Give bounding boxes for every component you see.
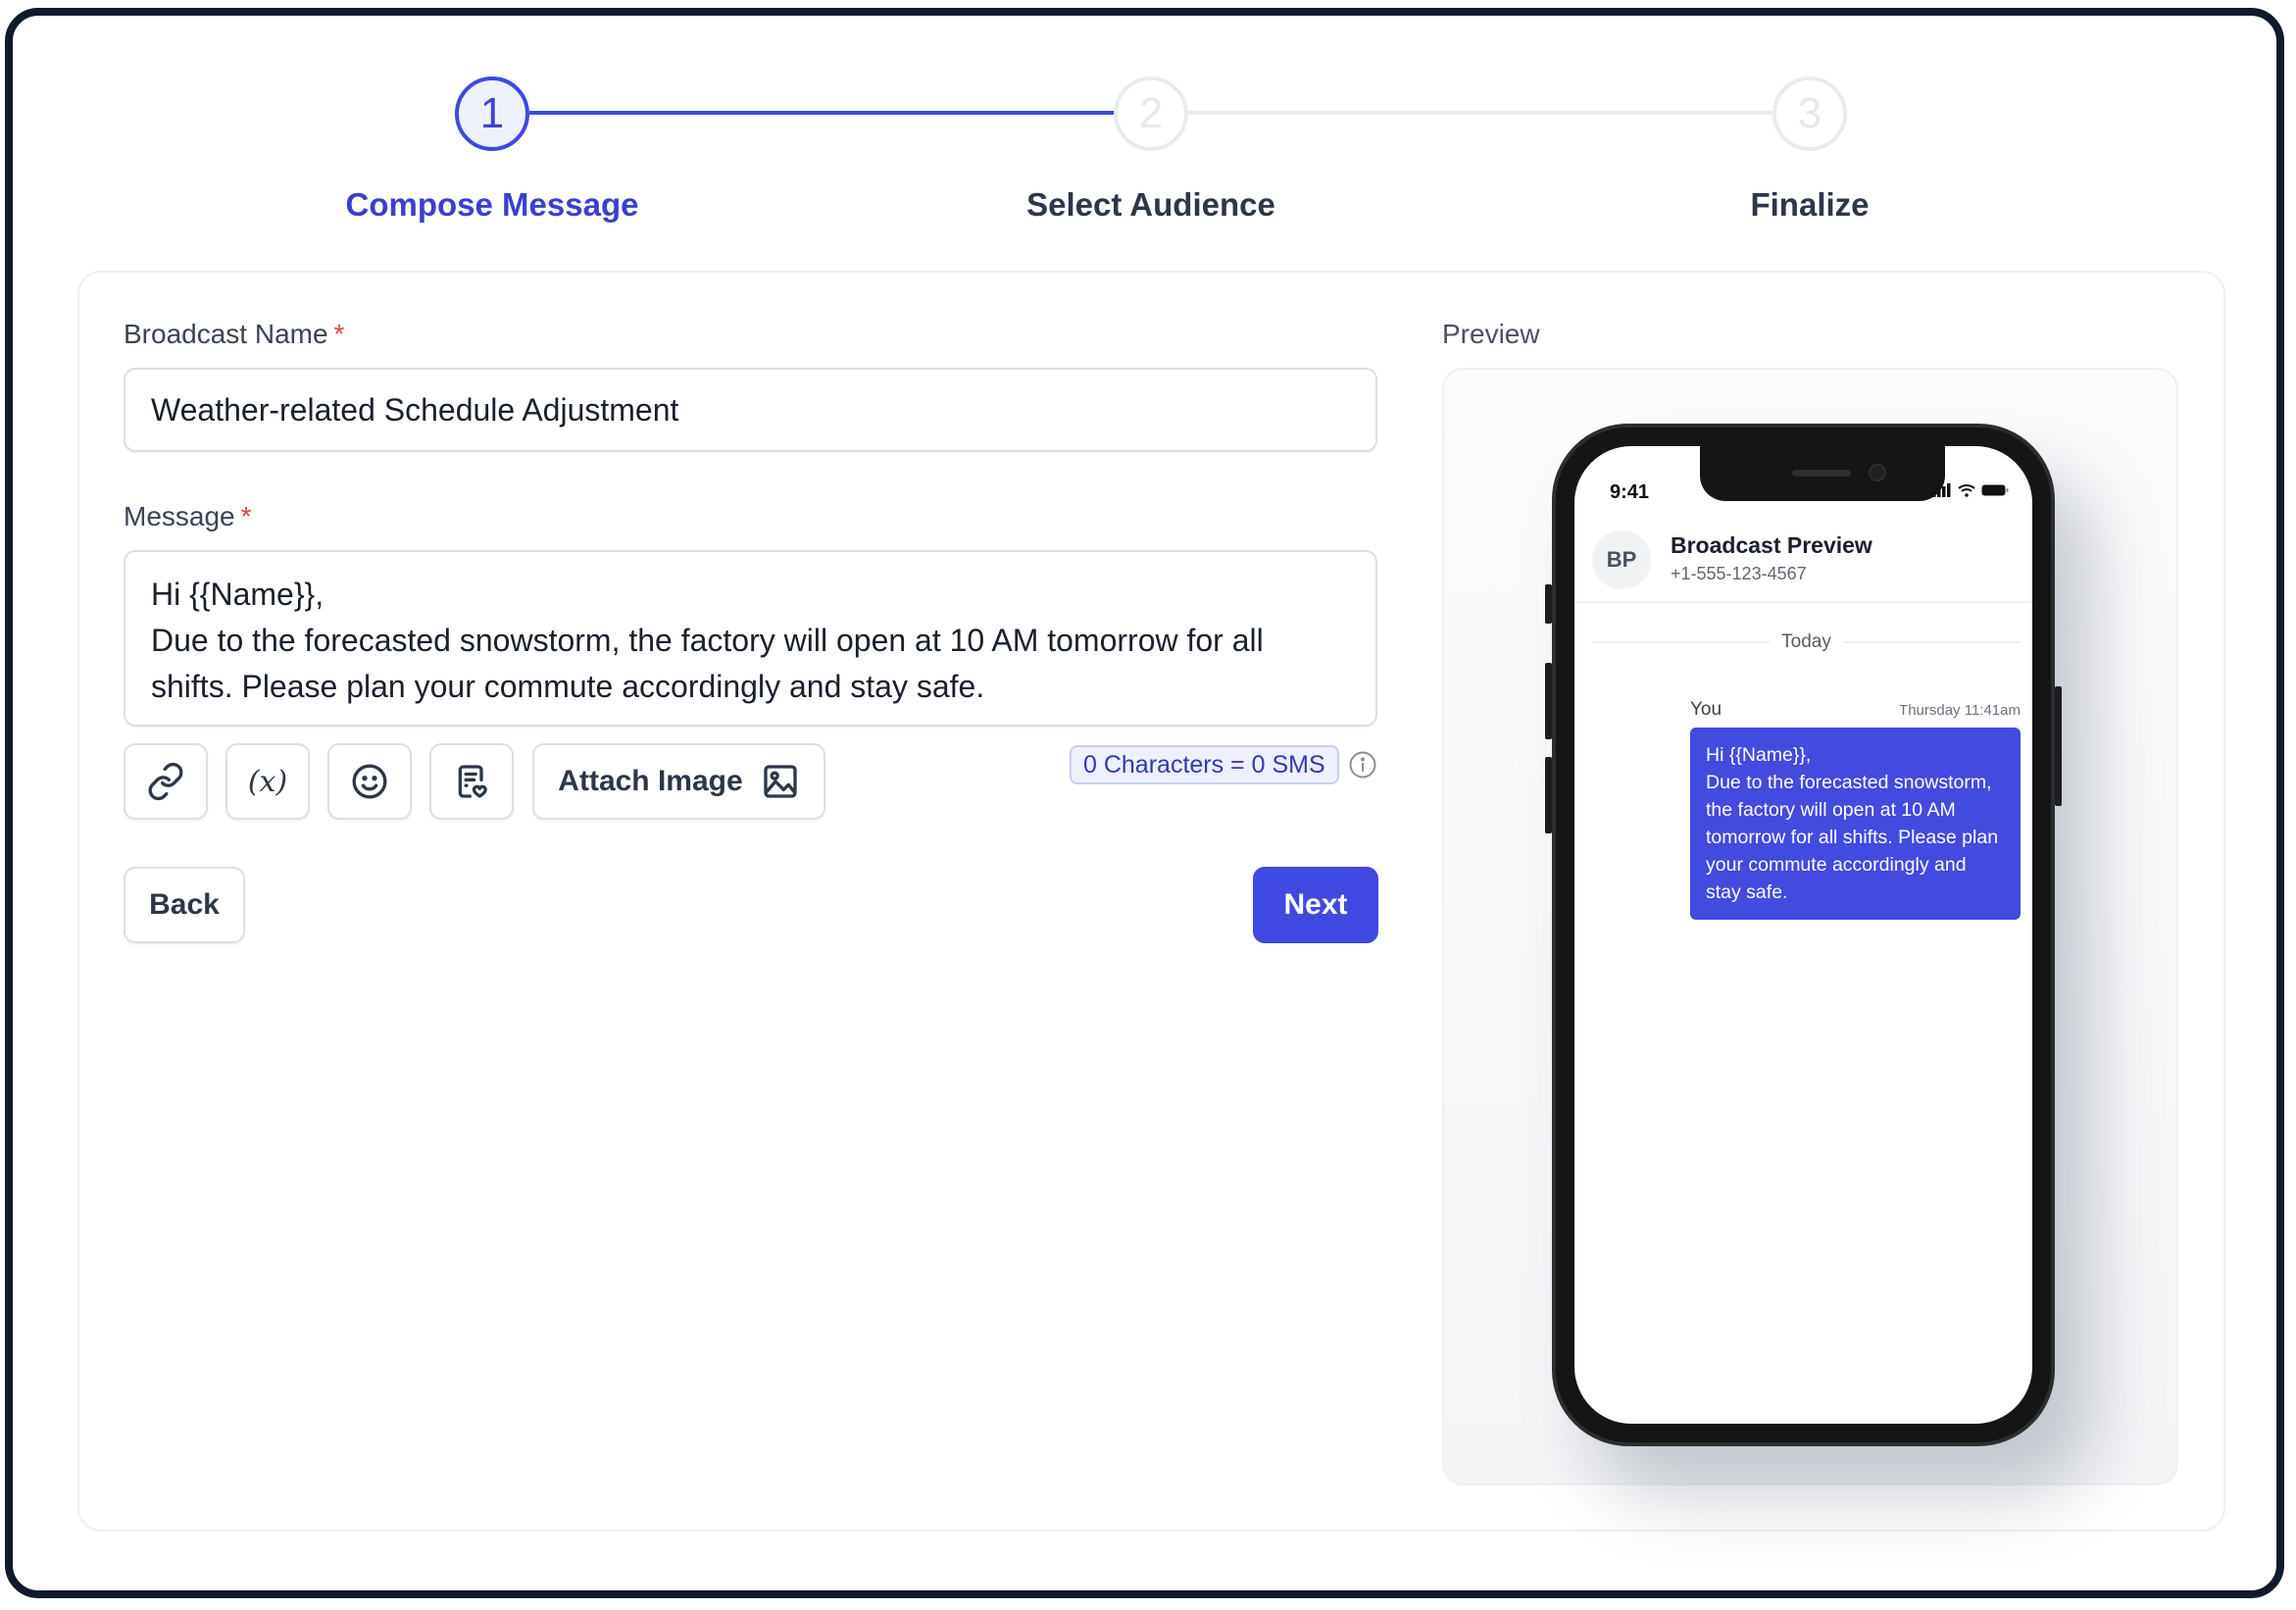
link-icon — [148, 762, 183, 801]
broadcast-name-input[interactable]: Weather-related Schedule Adjustment — [124, 368, 1377, 452]
status-time: 9:41 — [1610, 481, 1650, 503]
date-divider: Today — [1592, 630, 2021, 654]
step-3-number: 3 — [1797, 89, 1822, 137]
phone-screen: 9:41 BP Broadcast Preview +1-555-123-456… — [1574, 446, 2032, 1424]
phone-mute-switch — [1545, 584, 1552, 624]
step-3-label[interactable]: Finalize — [1614, 186, 2006, 224]
next-button[interactable]: Next — [1253, 867, 1378, 943]
template-icon — [458, 765, 487, 798]
required-marker: * — [333, 319, 345, 349]
signal-icon — [1932, 483, 1951, 497]
speaker-icon — [1792, 470, 1851, 477]
insert-variable-button[interactable]: (x) — [225, 743, 310, 820]
preview-label: Preview — [1442, 319, 1540, 349]
insert-link-button[interactable] — [124, 743, 208, 820]
broadcast-name-label: Broadcast Name * — [124, 319, 344, 350]
broadcast-name-value: Weather-related Schedule Adjustment — [151, 391, 679, 428]
step-connector-completed — [529, 111, 1114, 115]
step-3-indicator[interactable]: 3 — [1772, 76, 1847, 151]
step-2-label[interactable]: Select Audience — [955, 186, 1347, 224]
divider-line — [1592, 641, 1771, 643]
smiley-icon — [352, 764, 387, 799]
broadcast-name-label-text: Broadcast Name — [124, 319, 328, 349]
message-timestamp: Thursday 11:41am — [1899, 701, 2021, 719]
contact-name: Broadcast Preview — [1671, 532, 1872, 558]
phone-power-button — [2055, 686, 2062, 806]
divider-line — [1842, 641, 2021, 643]
step-2-indicator[interactable]: 2 — [1114, 76, 1188, 151]
contact-phone: +1-555-123-4567 — [1671, 564, 1807, 583]
step-1-number: 1 — [479, 89, 505, 137]
phone-volume-down — [1545, 757, 1552, 833]
battery-icon — [1981, 484, 2009, 496]
step-connector-pending — [1188, 111, 1772, 115]
camera-icon — [1869, 464, 1886, 481]
character-counter-badge: 0 Characters = 0 SMS — [1070, 745, 1339, 784]
status-icons — [1932, 483, 2009, 497]
message-bubble: Hi {{Name}}, Due to the forecasted snows… — [1690, 728, 2021, 920]
phone-notch — [1700, 446, 1945, 501]
message-textarea[interactable]: Hi {{Name}}, Due to the forecasted snows… — [124, 550, 1377, 727]
insert-emoji-button[interactable] — [327, 743, 412, 820]
message-label-text: Message — [124, 501, 235, 531]
step-1-label[interactable]: Compose Message — [296, 186, 688, 224]
attach-image-label: Attach Image — [558, 765, 743, 797]
attach-image-button[interactable]: Attach Image — [532, 743, 825, 820]
message-label: Message * — [124, 501, 252, 532]
required-marker: * — [240, 501, 252, 531]
image-icon — [764, 765, 797, 798]
step-2-number: 2 — [1138, 89, 1164, 137]
wifi-icon — [1958, 484, 1975, 497]
insert-template-button[interactable] — [429, 743, 514, 820]
chat-header: BP Broadcast Preview +1-555-123-4567 — [1574, 525, 2032, 603]
message-meta: You Thursday 11:41am — [1690, 699, 2021, 721]
step-1-indicator[interactable]: 1 — [455, 76, 529, 151]
avatar: BP — [1592, 530, 1651, 589]
phone-volume-up — [1545, 663, 1552, 739]
phone-mockup: 9:41 BP Broadcast Preview +1-555-123-456… — [1545, 424, 2062, 1446]
info-icon[interactable] — [1348, 750, 1377, 780]
variable-icon: (x) — [247, 764, 288, 799]
back-button[interactable]: Back — [124, 867, 245, 943]
date-divider-label: Today — [1781, 631, 1831, 652]
message-sender: You — [1690, 699, 1722, 720]
